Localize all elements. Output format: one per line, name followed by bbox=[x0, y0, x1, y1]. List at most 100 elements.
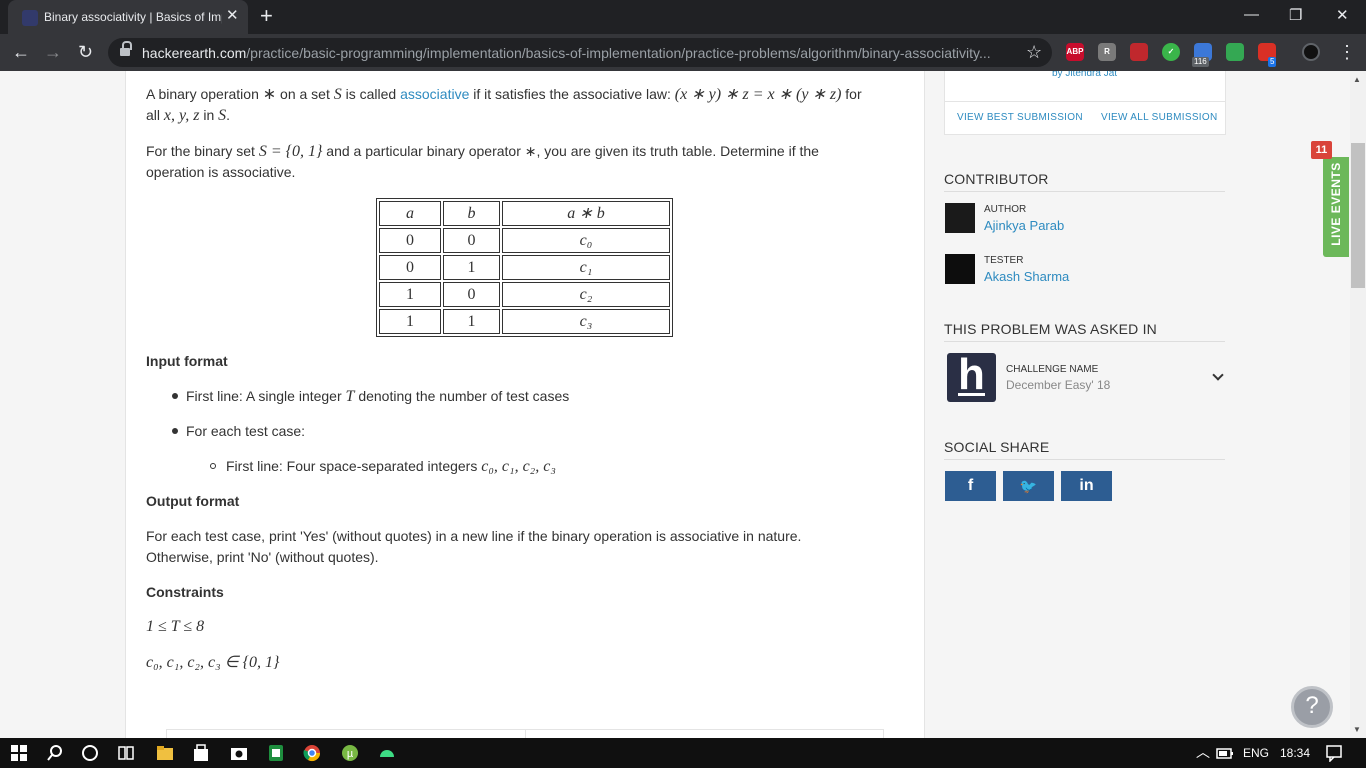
close-window-button[interactable]: ✕ bbox=[1336, 6, 1349, 24]
counter-badge: 5 bbox=[1268, 57, 1277, 67]
task-view-icon[interactable] bbox=[117, 744, 135, 762]
minimize-button[interactable]: — bbox=[1244, 6, 1259, 23]
input-line-1: First line: A single integer T denoting … bbox=[186, 388, 570, 405]
social-share-heading: SOCIAL SHARE bbox=[944, 439, 1225, 460]
by-line[interactable]: by Jitendra Jat bbox=[1052, 71, 1117, 79]
scroll-down-arrow-icon[interactable]: ▼ bbox=[1353, 725, 1361, 734]
windows-taskbar: µ ︿ ENG 18:34 bbox=[0, 738, 1366, 768]
table-row: 0 1 c₁ bbox=[379, 255, 670, 280]
android-icon[interactable] bbox=[378, 744, 396, 762]
tab-title: Binary associativity | Basics of Imp bbox=[44, 10, 222, 24]
lock-icon[interactable] bbox=[120, 41, 132, 58]
bullet bbox=[172, 428, 178, 434]
browser-toolbar: ← → ↻ hackerearth.com/practice/basic-pro… bbox=[0, 34, 1366, 71]
challenge-name-label: CHALLENGE NAME bbox=[1006, 364, 1099, 375]
extension-red-icon[interactable] bbox=[1130, 43, 1148, 61]
url-text[interactable]: hackerearth.com/practice/basic-programmi… bbox=[142, 45, 1012, 61]
view-best-submission-link[interactable]: VIEW BEST SUBMISSION bbox=[957, 112, 1083, 123]
facebook-icon: f bbox=[967, 477, 974, 494]
windows-start-icon[interactable] bbox=[10, 744, 28, 762]
tray-chevron-icon[interactable]: ︿ bbox=[1196, 742, 1210, 762]
menu-icon[interactable]: ⋮ bbox=[1338, 41, 1356, 63]
help-button[interactable]: ? bbox=[1291, 686, 1333, 728]
author-avatar[interactable] bbox=[945, 203, 975, 233]
output-paragraph: For each test case, print 'Yes' (without… bbox=[146, 528, 802, 565]
input-format-heading: Input format bbox=[146, 353, 228, 369]
store-icon[interactable] bbox=[192, 744, 210, 762]
truth-table-header: a b a ∗ b bbox=[379, 201, 670, 226]
sheets-icon[interactable] bbox=[267, 744, 285, 762]
tester-avatar[interactable] bbox=[945, 254, 975, 284]
table-cell: c₂ bbox=[502, 282, 670, 307]
twitter-share-button[interactable]: 🐦 bbox=[1003, 471, 1054, 501]
linkedin-share-button[interactable]: in bbox=[1061, 471, 1112, 501]
table-row: 0 0 c₀ bbox=[379, 228, 670, 253]
associative-link[interactable]: associative bbox=[400, 86, 469, 102]
truth-table: a b a ∗ b 0 0 c₀ 0 1 c₁ 1 0 c₂ 1 1 c₃ bbox=[376, 198, 673, 337]
live-events-tab[interactable]: LIVE EVENTS bbox=[1323, 157, 1349, 257]
task-paragraph: For the binary set S = {0, 1} and a part… bbox=[146, 143, 819, 180]
table-cell: 1 bbox=[443, 309, 500, 334]
table-cell: 0 bbox=[443, 282, 500, 307]
svg-text:µ: µ bbox=[347, 748, 354, 760]
language-indicator[interactable]: ENG bbox=[1243, 746, 1269, 760]
hackerearth-favicon-icon bbox=[22, 10, 38, 26]
scroll-up-arrow-icon[interactable]: ▲ bbox=[1353, 75, 1361, 84]
battery-icon[interactable] bbox=[1216, 744, 1234, 762]
maximize-button[interactable]: ❐ bbox=[1289, 6, 1302, 24]
profile-avatar-icon[interactable] bbox=[1302, 43, 1320, 61]
table-cell: 1 bbox=[443, 255, 500, 280]
extension-gray-icon[interactable]: R bbox=[1098, 43, 1116, 61]
tester-name-link[interactable]: Akash Sharma bbox=[984, 269, 1069, 284]
google-icon[interactable] bbox=[1226, 43, 1244, 61]
live-events-label: LIVE EVENTS bbox=[1329, 162, 1343, 246]
tab-close-icon[interactable]: ✕ bbox=[226, 8, 239, 24]
contributor-heading: CONTRIBUTOR bbox=[944, 171, 1225, 192]
clock[interactable]: 18:34 bbox=[1280, 746, 1310, 760]
abp-icon[interactable]: ABP bbox=[1066, 43, 1084, 61]
constraint-1: 1 ≤ T ≤ 8 bbox=[146, 618, 205, 635]
table-row: 1 0 c₂ bbox=[379, 282, 670, 307]
sub-bullet bbox=[210, 463, 216, 469]
table-row: 1 1 c₃ bbox=[379, 309, 670, 334]
constraints-heading: Constraints bbox=[146, 584, 224, 600]
view-all-submission-link[interactable]: VIEW ALL SUBMISSION bbox=[1101, 112, 1217, 123]
camera-icon[interactable] bbox=[230, 744, 248, 762]
new-tab-button[interactable]: + bbox=[260, 5, 273, 27]
table-cell: 0 bbox=[443, 228, 500, 253]
table-cell: 0 bbox=[379, 255, 441, 280]
calendar-badge: 116 bbox=[1192, 57, 1209, 67]
challenge-name-value[interactable]: December Easy' 18 bbox=[1006, 378, 1110, 392]
author-role: AUTHOR bbox=[984, 204, 1027, 215]
table-cell: 1 bbox=[379, 282, 441, 307]
forward-button[interactable]: → bbox=[44, 41, 62, 63]
chrome-icon[interactable] bbox=[303, 744, 321, 762]
notifications-icon[interactable] bbox=[1325, 744, 1343, 762]
intro-paragraph: A binary operation ∗ on a set S is calle… bbox=[146, 86, 862, 124]
live-events-count-badge: 11 bbox=[1311, 141, 1332, 159]
cortana-icon[interactable] bbox=[81, 744, 99, 762]
header-a: a bbox=[379, 201, 441, 226]
twitter-icon: 🐦 bbox=[1019, 478, 1038, 494]
reload-button[interactable]: ↻ bbox=[78, 41, 93, 63]
header-a-op-b: a ∗ b bbox=[502, 201, 670, 226]
author-name-link[interactable]: Ajinkya Parab bbox=[984, 218, 1064, 233]
header-b: b bbox=[443, 201, 500, 226]
input-line-3: First line: Four space-separated integer… bbox=[226, 458, 556, 475]
facebook-share-button[interactable]: f bbox=[945, 471, 996, 501]
check-icon[interactable]: ✓ bbox=[1162, 43, 1180, 61]
file-explorer-icon[interactable] bbox=[156, 744, 174, 762]
scrollbar-thumb[interactable] bbox=[1351, 143, 1365, 288]
table-cell: c₁ bbox=[502, 255, 670, 280]
problem-card: A binary operation ∗ on a set S is calle… bbox=[125, 71, 925, 738]
search-icon[interactable] bbox=[46, 744, 64, 762]
table-cell: 0 bbox=[379, 228, 441, 253]
chevron-down-icon[interactable] bbox=[1212, 369, 1224, 381]
address-bar[interactable]: hackerearth.com/practice/basic-programmi… bbox=[108, 38, 1052, 67]
hackerearth-logo[interactable]: h bbox=[947, 353, 996, 402]
utorrent-icon[interactable]: µ bbox=[341, 744, 359, 762]
back-button[interactable]: ← bbox=[12, 41, 30, 63]
page-viewport: A binary operation ∗ on a set S is calle… bbox=[0, 71, 1366, 738]
bookmark-star-icon[interactable]: ☆ bbox=[1026, 42, 1042, 63]
browser-tab[interactable]: Binary associativity | Basics of Imp ✕ bbox=[8, 0, 248, 34]
